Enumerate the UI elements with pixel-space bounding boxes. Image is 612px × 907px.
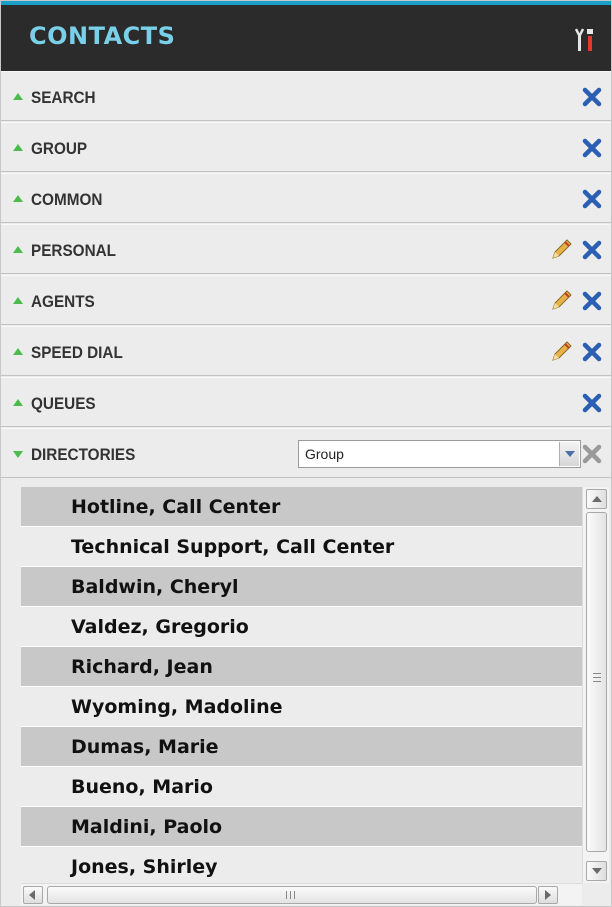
scroll-right-icon[interactable] — [538, 886, 558, 904]
close-icon[interactable] — [581, 188, 603, 210]
section-label: SEARCH — [31, 88, 96, 107]
contacts-panel: CONTACTS SEARCH GROUP COMMON PERSONAL AG… — [0, 0, 612, 907]
directory-filter-select[interactable]: Group — [298, 440, 581, 468]
close-icon[interactable] — [581, 341, 603, 363]
expand-arrow-icon[interactable] — [13, 144, 23, 151]
contact-name: Bueno, Mario — [71, 776, 213, 798]
section-personal[interactable]: PERSONAL — [1, 224, 611, 274]
scroll-up-icon[interactable] — [586, 489, 607, 509]
contact-name: Valdez, Gregorio — [71, 616, 249, 638]
section-label: GROUP — [31, 139, 88, 158]
horizontal-scroll-thumb[interactable] — [47, 886, 537, 904]
close-icon[interactable] — [581, 392, 603, 414]
contact-name: Wyoming, Madoline — [71, 696, 283, 718]
contact-name: Hotline, Call Center — [71, 496, 281, 518]
list-item[interactable]: Dumas, Marie — [21, 727, 582, 767]
contact-name: Richard, Jean — [71, 656, 213, 678]
expand-arrow-icon[interactable] — [13, 348, 23, 355]
horizontal-scrollbar[interactable] — [21, 883, 582, 905]
contact-name: Dumas, Marie — [71, 736, 219, 758]
list-item[interactable]: Jones, Shirley — [21, 847, 582, 883]
list-item[interactable]: Baldwin, Cheryl — [21, 567, 582, 607]
section-queues[interactable]: QUEUES — [1, 377, 611, 427]
section-label: SPEED DIAL — [31, 343, 123, 362]
pencil-icon[interactable] — [549, 238, 573, 262]
list-item[interactable]: Technical Support, Call Center — [21, 527, 582, 567]
close-icon[interactable] — [581, 86, 603, 108]
directory-contact-list[interactable]: Hotline, Call Center Technical Support, … — [21, 487, 582, 883]
grip-icon — [593, 673, 601, 682]
list-item[interactable]: Hotline, Call Center — [21, 487, 582, 527]
tools-icon[interactable] — [574, 27, 597, 53]
directory-filter-value: Group — [305, 446, 344, 462]
contact-name: Jones, Shirley — [71, 856, 218, 878]
section-label: PERSONAL — [31, 241, 117, 260]
section-agents[interactable]: AGENTS — [1, 275, 611, 325]
pencil-icon[interactable] — [549, 289, 573, 313]
panel-header: CONTACTS — [1, 1, 611, 71]
close-icon[interactable] — [581, 290, 603, 312]
section-label: DIRECTORIES — [31, 445, 136, 464]
grip-icon — [286, 891, 295, 899]
section-speed-dial[interactable]: SPEED DIAL — [1, 326, 611, 376]
section-common[interactable]: COMMON — [1, 173, 611, 223]
contact-name: Maldini, Paolo — [71, 816, 223, 838]
vertical-scrollbar[interactable] — [582, 487, 609, 883]
expand-arrow-icon[interactable] — [13, 93, 23, 100]
vertical-scroll-thumb[interactable] — [586, 512, 607, 852]
section-group[interactable]: GROUP — [1, 122, 611, 172]
contact-name: Technical Support, Call Center — [71, 536, 395, 558]
close-icon-disabled — [581, 443, 603, 465]
scroll-left-icon[interactable] — [23, 886, 43, 904]
list-item[interactable]: Richard, Jean — [21, 647, 582, 687]
collapse-arrow-icon[interactable] — [13, 451, 23, 458]
expand-arrow-icon[interactable] — [13, 246, 23, 253]
section-search[interactable]: SEARCH — [1, 71, 611, 121]
panel-title: CONTACTS — [29, 22, 176, 50]
list-item[interactable]: Maldini, Paolo — [21, 807, 582, 847]
expand-arrow-icon[interactable] — [13, 297, 23, 304]
list-item[interactable]: Bueno, Mario — [21, 767, 582, 807]
section-label: COMMON — [31, 190, 103, 209]
close-icon[interactable] — [581, 239, 603, 261]
section-directories[interactable]: DIRECTORIES Group — [1, 428, 611, 478]
expand-arrow-icon[interactable] — [13, 195, 23, 202]
pencil-icon[interactable] — [549, 340, 573, 364]
list-item[interactable]: Valdez, Gregorio — [21, 607, 582, 647]
close-icon[interactable] — [581, 137, 603, 159]
section-label: QUEUES — [31, 394, 96, 413]
expand-arrow-icon[interactable] — [13, 399, 23, 406]
list-item[interactable]: Wyoming, Madoline — [21, 687, 582, 727]
chevron-down-icon[interactable] — [559, 442, 579, 466]
scroll-down-icon[interactable] — [586, 861, 607, 881]
contact-name: Baldwin, Cheryl — [71, 576, 239, 598]
section-label: AGENTS — [31, 292, 95, 311]
